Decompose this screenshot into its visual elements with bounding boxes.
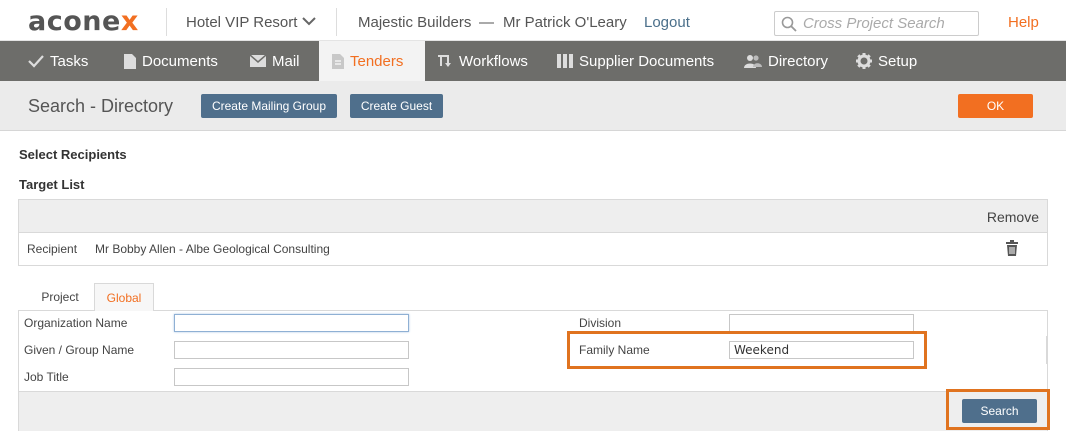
recipient-type: Recipient [27, 242, 78, 256]
family-name-highlight [567, 331, 927, 369]
nav-label: Tasks [50, 52, 89, 70]
logout-link[interactable]: Logout [644, 14, 690, 31]
project-selector[interactable]: Hotel VIP Resort [186, 14, 297, 31]
table-header: Remove [19, 200, 1047, 233]
top-bar: aconex Hotel VIP Resort Majestic Builder… [0, 0, 1066, 41]
search-button-highlight [946, 389, 1050, 430]
tab-global[interactable]: Global [94, 283, 154, 311]
nav-label: Supplier Documents [579, 52, 715, 70]
page-header: Search - Directory Create Mailing Group … [0, 81, 1066, 131]
nav-label: Directory [768, 52, 829, 70]
binders-icon [557, 54, 573, 68]
chevron-down-icon[interactable] [302, 14, 316, 28]
nav-label: Documents [142, 52, 218, 70]
people-icon [744, 55, 762, 68]
user-name[interactable]: Mr Patrick O'Leary [503, 14, 627, 31]
nav-directory[interactable]: Directory [744, 41, 828, 81]
nav-workflows[interactable]: Workflows [437, 41, 528, 81]
nav-setup[interactable]: Setup [856, 41, 917, 81]
ok-button[interactable]: OK [958, 94, 1033, 118]
job-title-input[interactable] [174, 368, 409, 386]
document-icon [124, 53, 136, 69]
create-mailing-group-button[interactable]: Create Mailing Group [201, 94, 337, 118]
envelope-icon [250, 55, 266, 67]
recipient-name: Mr Bobby Allen - Albe Geological Consult… [95, 242, 330, 256]
form-footer [18, 391, 1048, 431]
search-icon [781, 16, 797, 32]
help-link[interactable]: Help [1008, 14, 1039, 31]
given-group-name-input[interactable] [174, 341, 409, 359]
remove-column-header: Remove [986, 209, 1039, 225]
nav-documents[interactable]: Documents [124, 41, 218, 81]
target-list-table: Remove Recipient Mr Bobby Allen - Albe G… [18, 199, 1048, 266]
divider [1046, 336, 1047, 364]
nav-label: Setup [878, 52, 918, 70]
division-input[interactable] [729, 314, 914, 332]
organization-name-label: Organization Name [24, 316, 128, 330]
gear-icon [856, 53, 872, 69]
cross-project-search[interactable] [774, 11, 979, 36]
select-recipients-heading: Select Recipients [19, 147, 127, 162]
logo-text: acone [28, 6, 121, 37]
target-list-heading: Target List [19, 177, 85, 192]
tender-icon [332, 53, 344, 69]
search-input[interactable] [803, 14, 975, 33]
nav-label: Workflows [459, 52, 528, 70]
nav-tasks[interactable]: Tasks [28, 41, 88, 81]
nav-label: Tenders [350, 52, 404, 70]
trash-icon[interactable] [1005, 240, 1019, 256]
tab-project[interactable]: Project [29, 283, 91, 311]
organization-name-input[interactable] [174, 314, 409, 332]
aconex-logo[interactable]: aconex [28, 6, 139, 37]
organization-name: Majestic Builders [358, 14, 472, 31]
nav-mail[interactable]: Mail [250, 41, 300, 81]
main-nav: Tasks Documents Mail Tenders Workflows S… [0, 41, 1066, 81]
division-label: Division [579, 316, 622, 330]
page-title: Search - Directory [28, 96, 174, 116]
nav-label: Mail [272, 52, 300, 70]
divider [18, 310, 95, 311]
given-group-name-label: Given / Group Name [24, 343, 135, 357]
nav-supplier-documents[interactable]: Supplier Documents [557, 41, 714, 81]
header-separator: — [479, 14, 494, 31]
divider [336, 8, 337, 36]
divider [166, 8, 167, 36]
check-icon [28, 55, 44, 68]
create-guest-button[interactable]: Create Guest [350, 94, 443, 118]
nav-tenders[interactable]: Tenders [319, 41, 425, 81]
divider [154, 310, 1048, 311]
logo-text-x: x [120, 6, 139, 37]
workflow-icon [438, 55, 451, 67]
job-title-label: Job Title [24, 370, 69, 384]
